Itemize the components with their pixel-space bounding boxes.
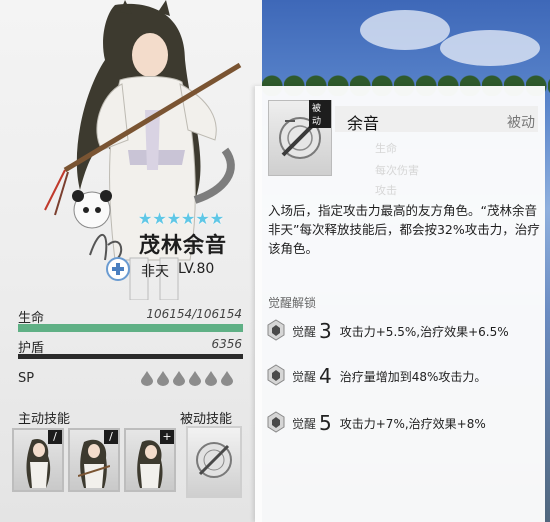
skill-badge-icon: / — [48, 430, 62, 444]
awakening-row: 觉醒 3 攻击力+5.5%,治疗效果+6.5% — [263, 316, 509, 346]
awakening-text: 攻击力+7%,治疗效果+8% — [339, 416, 486, 431]
skill-badge-icon: + — [160, 430, 174, 444]
sp-drop-icon — [189, 371, 201, 386]
awakening-level: 3 — [319, 319, 332, 343]
star-icon: ★ — [209, 209, 225, 228]
passive-skills-label: 被动技能 — [180, 412, 233, 427]
awakening-label: 觉醒 — [292, 369, 317, 384]
star-icon: ★ — [195, 209, 210, 228]
awakening-level: 5 — [319, 411, 332, 435]
class-badge-icon — [106, 257, 130, 281]
active-skill-card-2[interactable]: / — [68, 428, 120, 492]
cloud — [440, 30, 540, 66]
passive-skill-card[interactable] — [186, 426, 242, 498]
active-skill-card-1[interactable]: / — [12, 428, 64, 492]
ghost-text: 每次伤害 — [375, 164, 419, 177]
sp-drop-icon — [221, 371, 233, 386]
hp-bar — [18, 324, 243, 332]
star-icon: ★ — [152, 209, 167, 228]
awakening-text: 治疗量增加到48%攻击力。 — [339, 369, 487, 384]
hp-value: 106154/106154 — [146, 307, 242, 321]
star-icon: ★ — [181, 209, 196, 228]
character-level: LV.80 — [178, 261, 215, 277]
skill-badge-icon: / — [104, 430, 118, 444]
skill-description: 入场后，指定攻击力最高的友方角色。“茂林余音 非天”每次释放技能后，都会按32%… — [268, 203, 550, 256]
star-icon: ★ — [166, 209, 182, 228]
active-skills-label: 主动技能 — [18, 412, 71, 427]
ghost-text: 生命 — [375, 142, 397, 155]
hp-bar-fill — [18, 324, 243, 332]
cloud — [360, 10, 450, 50]
sp-drop-icon — [173, 371, 185, 386]
sp-drops — [140, 370, 234, 386]
awakening-header: 觉醒解锁 — [268, 296, 317, 310]
character-panel: ★ ★ ★ ★ ★ ★ 茂林余音 非天 LV.80 生命 106154/1061… — [0, 0, 262, 522]
sp-drop-icon — [157, 371, 169, 386]
ghost-text: 攻击 — [375, 184, 397, 197]
passive-skill-icon — [196, 442, 232, 478]
shield-bar — [18, 354, 243, 359]
awakening-level: 4 — [319, 364, 332, 388]
awakening-hex-icon — [267, 364, 285, 386]
active-skill-card-3[interactable]: + — [124, 428, 176, 492]
skill-tag: 被动 — [309, 100, 331, 128]
rarity-stars: ★ ★ ★ ★ ★ ★ — [138, 211, 224, 227]
sp-label: SP — [18, 371, 35, 386]
awakening-hex-icon — [267, 319, 285, 341]
character-name: 茂林余音 — [139, 233, 227, 257]
awakening-hex-icon — [267, 411, 285, 433]
skill-detail-popup: 被动 余音 被动 生命 每次伤害 攻击 入场后，指定攻击力最高的友方角色。“茂林… — [255, 86, 550, 522]
skill-title: 余音 — [347, 114, 380, 133]
awakening-row: 觉醒 4 治疗量增加到48%攻击力。 — [263, 361, 486, 391]
skill-detail-icon: 被动 — [268, 100, 332, 176]
shield-value: 6356 — [211, 337, 242, 351]
sp-drop-icon — [141, 371, 153, 386]
awakening-text: 攻击力+5.5%,治疗效果+6.5% — [339, 324, 509, 339]
awakening-label: 觉醒 — [292, 324, 317, 339]
star-icon: ★ — [138, 209, 153, 228]
sp-drop-icon — [205, 371, 217, 386]
awakening-row: 觉醒 5 攻击力+7%,治疗效果+8% — [263, 408, 486, 438]
character-rank: 非天 — [141, 264, 169, 280]
awakening-label: 觉醒 — [292, 416, 317, 431]
skill-type: 被动 — [507, 115, 535, 131]
